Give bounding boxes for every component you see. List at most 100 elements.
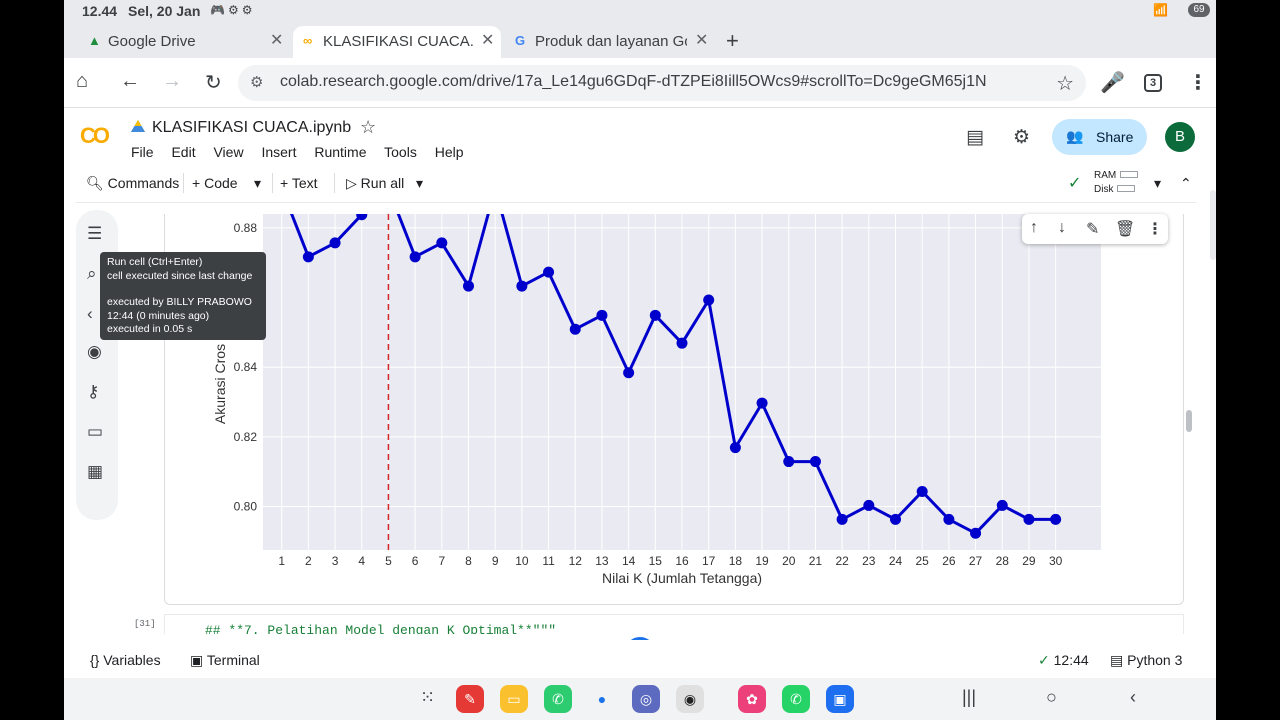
commands-button[interactable]: 🔍︎ Commands [86,175,179,192]
delete-icon[interactable]: 🗑 [1115,219,1135,239]
execution-count: [31] [134,619,156,629]
avatar[interactable]: B [1165,122,1195,152]
browser-app-icon[interactable]: ◎ [632,685,660,713]
menu-file[interactable]: File [131,144,154,160]
site-info-icon[interactable]: ⚙ [250,73,263,91]
home-button-icon[interactable]: ○ [1046,687,1057,708]
add-code-button[interactable]: + Code [192,175,238,191]
microphone-icon[interactable]: 🎤 [1100,70,1125,95]
menu-insert[interactable]: Insert [261,144,296,160]
messages-app-icon[interactable]: ● [588,685,616,713]
x-tick-label: 13 [595,554,609,568]
move-up-icon[interactable]: ↑ [1030,219,1038,237]
menu-edit[interactable]: Edit [171,144,195,160]
notebook-title[interactable]: KLASIFIKASI CUACA.ipynb [152,119,351,137]
x-tick-label: 27 [969,554,983,568]
data-point [863,499,875,511]
x-tick-label: 12 [569,554,583,568]
code-dropdown-icon[interactable]: ▾ [254,175,261,192]
edge-panel-handle[interactable] [1210,190,1216,260]
close-tab-icon[interactable]: ✕ [481,30,494,50]
reload-icon[interactable]: ↻ [205,70,222,95]
x-tick-label: 3 [332,554,339,568]
close-tab-icon[interactable]: ✕ [270,30,283,50]
key-icon[interactable]: ⚷ [87,382,99,402]
more-menu-icon[interactable]: ⋮ [1188,70,1208,95]
edit-icon[interactable]: ✎ [1086,219,1099,239]
secrets-eye-icon[interactable]: ◉ [87,342,102,362]
x-axis-label: Nilai K (Jumlah Tetangga) [602,570,762,586]
variables-button[interactable]: {} Variables [90,652,161,668]
code-snippets-icon[interactable]: ‹ [87,304,93,324]
scrollbar-thumb[interactable] [1186,410,1192,432]
run-all-button[interactable]: ▷ Run all [346,175,404,192]
code-text[interactable]: ## **7. Pelatihan Model dengan K Optimal… [205,623,556,634]
colab-logo[interactable]: CO [80,123,110,149]
move-down-icon[interactable]: ↓ [1058,219,1066,237]
more-options-icon[interactable]: ⋮ [1147,219,1163,239]
new-tab-icon[interactable]: + [726,28,739,54]
x-tick-label: 19 [755,554,769,568]
back-icon[interactable]: ← [120,70,140,93]
url-text[interactable]: colab.research.google.com/drive/17a_Le14… [280,73,987,91]
find-replace-icon[interactable]: ⌕ [87,264,97,284]
forward-icon[interactable]: → [162,70,182,93]
run-all-dropdown-icon[interactable]: ▾ [416,175,423,192]
comment-icon[interactable]: ▤ [966,126,984,149]
tab-klasifikasi-cuaca[interactable]: ∞ KLASIFIKASI CUACA.ipy ✕ [293,26,501,58]
runtime-dropdown-icon[interactable]: ▾ [1154,175,1161,192]
close-tab-icon[interactable]: ✕ [695,30,708,50]
x-tick-label: 6 [412,554,419,568]
menu-tools[interactable]: Tools [384,144,417,160]
data-point [836,513,848,525]
battery-icon: 69 [1188,3,1210,17]
recent-apps-icon[interactable]: ||| [962,687,976,708]
gallery-app-icon[interactable]: ✿ [738,685,766,713]
apps-grid-icon[interactable]: ⁙ [420,687,435,708]
folder-icon[interactable]: ▭ [87,422,103,442]
share-button[interactable]: 👥 Share [1052,119,1147,155]
x-tick-label: 22 [835,554,849,568]
runtime-label: Python 3 [1127,652,1183,668]
whatsapp-app-icon[interactable]: ✆ [782,685,810,713]
camera-app-icon[interactable]: ◉ [676,685,704,713]
next-code-cell[interactable]: ## **7. Pelatihan Model dengan K Optimal… [164,614,1184,634]
x-tick-label: 21 [809,554,823,568]
data-point [302,251,314,263]
execution-status[interactable]: ✓ 12:44 [1038,652,1089,669]
x-tick-label: 30 [1049,554,1063,568]
menu-help[interactable]: Help [435,144,464,160]
tab-produk-layanan[interactable]: G Produk dan layanan Goo ✕ [505,26,713,58]
phone-app-icon[interactable]: ✆ [544,685,572,713]
menu-runtime[interactable]: Runtime [314,144,366,160]
roblox-app-icon[interactable]: ▣ [826,685,854,713]
data-point [970,527,982,539]
x-tick-label: 5 [385,554,392,568]
status-date: Sel, 20 Jan [128,3,201,19]
disk-bar [1117,185,1136,192]
table-icon[interactable]: ▦ [87,462,103,482]
google-g-icon: G [515,33,526,48]
runtime-status[interactable]: ▤ Python 3 [1110,652,1182,669]
tab-count-button[interactable]: 3 [1144,74,1162,92]
star-notebook-icon[interactable]: ☆ [360,117,376,138]
menu-view[interactable]: View [213,144,243,160]
browser-tab-strip: ▲ Google Drive ✕ ∞ KLASIFIKASI CUACA.ipy… [64,22,1216,58]
resource-monitor[interactable]: RAM Disk [1094,169,1139,197]
collapse-header-icon[interactable]: ⌃ [1180,175,1192,192]
data-point [649,309,661,321]
bookmark-star-icon[interactable]: ☆ [1056,71,1074,96]
address-bar[interactable]: ⚙ colab.research.google.com/drive/17a_Le… [238,65,1086,101]
divider [183,173,184,193]
settings-gear-icon[interactable]: ⚙ [1013,126,1030,149]
y-tick-label: 0.88 [234,221,258,235]
table-of-contents-icon[interactable]: ☰ [87,224,102,244]
data-point [516,280,528,292]
files-app-icon[interactable]: ▭ [500,685,528,713]
back-button-icon[interactable]: ‹ [1130,687,1136,708]
terminal-button[interactable]: ▣ Terminal [190,652,260,669]
notes-app-icon[interactable]: ✎ [456,685,484,713]
tab-google-drive[interactable]: ▲ Google Drive ✕ [78,26,292,58]
add-text-button[interactable]: + Text [280,175,318,191]
home-icon[interactable]: ⌂ [76,70,88,93]
